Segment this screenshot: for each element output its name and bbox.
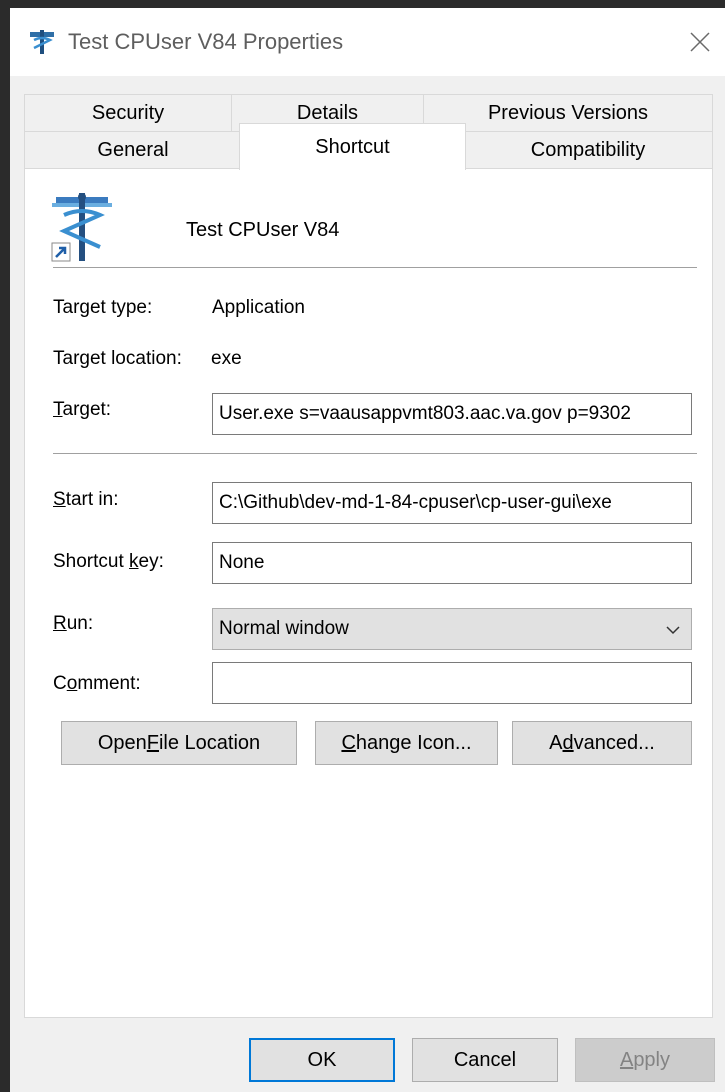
close-icon xyxy=(690,32,710,52)
advanced-accel: d xyxy=(562,731,574,754)
shortcut-key-field[interactable]: None xyxy=(212,542,692,584)
comment-label-pre: C xyxy=(53,673,67,694)
run-select-value: Normal window xyxy=(219,618,349,639)
advanced-post: vanced... xyxy=(573,731,655,754)
target-location-value: exe xyxy=(211,348,242,369)
shortcut-key-label-accel: k xyxy=(129,551,139,572)
app-caduceus-icon xyxy=(30,30,54,54)
start-in-label-rest: tart in: xyxy=(65,489,119,510)
close-button[interactable] xyxy=(684,26,716,58)
advanced-pre: A xyxy=(549,731,563,754)
caduceus-shortcut-icon xyxy=(51,193,112,262)
shortcut-key-label: Shortcut key: xyxy=(53,551,164,573)
apply-button[interactable]: Apply xyxy=(575,1038,715,1082)
comment-label: Comment: xyxy=(53,673,141,695)
properties-dialog: Test CPUser V84 Properties Security Deta… xyxy=(10,8,725,1092)
open-file-location-accel: F xyxy=(146,731,159,754)
tab-security[interactable]: Security xyxy=(24,94,232,132)
change-icon-post: hange Icon... xyxy=(355,731,472,754)
shortcut-name: Test CPUser V84 xyxy=(186,219,340,241)
open-file-location-pre: Open xyxy=(97,731,147,754)
target-location-label: Target location: xyxy=(53,348,182,369)
run-select[interactable]: Normal window xyxy=(212,608,692,650)
chevron-down-icon xyxy=(666,626,680,635)
tab-previous-versions[interactable]: Previous Versions xyxy=(423,94,713,132)
tab-general[interactable]: General xyxy=(24,131,242,169)
tab-compatibility[interactable]: Compatibility xyxy=(463,131,713,169)
target-type-value: Application xyxy=(212,297,305,318)
target-label-rest: arget: xyxy=(62,399,112,420)
start-in-label-accel: S xyxy=(53,489,66,510)
title-bar: Test CPUser V84 Properties xyxy=(10,8,725,76)
comment-label-rest: mment: xyxy=(77,673,141,694)
target-label-accel: T xyxy=(53,399,63,420)
change-icon-accel: C xyxy=(341,731,356,754)
divider xyxy=(53,267,697,268)
window-title: Test CPUser V84 Properties xyxy=(68,29,344,54)
target-field[interactable]: User.exe s=vaausappvmt803.aac.va.gov p=9… xyxy=(212,393,692,435)
start-in-field[interactable]: C:\Github\dev-md-1-84-cpuser\cp-user-gui… xyxy=(212,482,692,524)
change-icon-button[interactable]: Change Icon... xyxy=(315,721,498,765)
run-label-rest: un: xyxy=(66,613,94,634)
cancel-button[interactable]: Cancel xyxy=(412,1038,558,1082)
run-label: Run: xyxy=(53,613,93,635)
target-type-label: Target type: xyxy=(53,297,153,318)
apply-post: pply xyxy=(633,1048,671,1071)
divider xyxy=(53,453,697,454)
open-file-location-button[interactable]: Open File Location xyxy=(61,721,297,765)
ok-button[interactable]: OK xyxy=(249,1038,395,1082)
run-label-accel: R xyxy=(53,613,67,634)
comment-label-accel: o xyxy=(66,673,78,694)
apply-accel: A xyxy=(619,1048,634,1071)
open-file-location-post: ile Location xyxy=(158,731,261,754)
shortcut-tab-panel xyxy=(24,168,713,1018)
start-in-label: Start in: xyxy=(53,489,119,511)
advanced-button[interactable]: Ad vanced... xyxy=(512,721,692,765)
target-label: Target: xyxy=(53,399,111,421)
shortcut-key-label-pre: Shortcut xyxy=(53,551,130,572)
comment-field[interactable] xyxy=(212,662,692,704)
shortcut-key-label-rest: ey: xyxy=(138,551,164,572)
tab-shortcut[interactable]: Shortcut xyxy=(239,123,466,170)
